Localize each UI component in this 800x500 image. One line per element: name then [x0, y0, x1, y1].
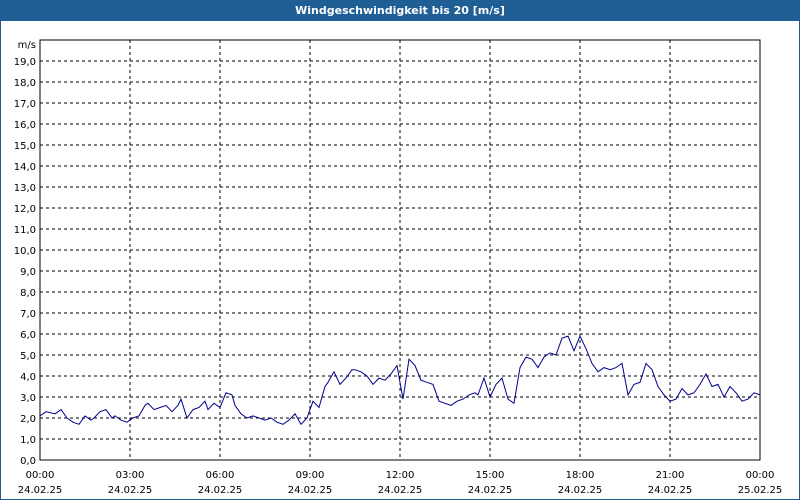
- x-tick-date-label: 24.02.25: [198, 485, 243, 496]
- x-tick-date-label: 24.02.25: [288, 485, 333, 496]
- y-tick-label: 5,0: [20, 351, 36, 362]
- y-tick-label: 18,0: [14, 78, 36, 89]
- y-tick-label: 7,0: [20, 309, 36, 320]
- x-tick-time-label: 12:00: [386, 470, 415, 481]
- y-tick-label: 15,0: [14, 141, 36, 152]
- x-tick-date-label: 24.02.25: [18, 485, 63, 496]
- x-tick-time-label: 15:00: [476, 470, 505, 481]
- y-tick-label: 14,0: [14, 162, 36, 173]
- y-tick-label: 1,0: [20, 435, 36, 446]
- x-axis: 00:00 24.02.25 03:00 24.02.25 06:00 24.02.25 0…: [18, 470, 783, 496]
- y-tick-label: 6,0: [20, 330, 36, 341]
- x-tick-time-label: 21:00: [656, 470, 685, 481]
- x-tick-time-label: 03:00: [116, 470, 145, 481]
- x-tick-date-label: 24.02.25: [378, 485, 423, 496]
- x-tick-time-label: 00:00: [26, 470, 55, 481]
- x-tick-date-label: 24.02.25: [108, 485, 153, 496]
- wind-speed-chart: 0,0 1,0 2,0 3,0 4,0 5,0 6,0 7,0 8,0 9,0 10,0 11,0 12…: [14, 39, 783, 496]
- x-tick-date-label: 24.02.25: [648, 485, 693, 496]
- y-tick-label: 2,0: [20, 414, 36, 425]
- y-tick-label: 10,0: [14, 246, 36, 257]
- x-tick-time-label: 06:00: [206, 470, 235, 481]
- y-axis: 0,0 1,0 2,0 3,0 4,0 5,0 6,0 7,0 8,0 9,0 10,0 11,0 12…: [14, 57, 36, 467]
- y-tick-label: 19,0: [14, 57, 36, 68]
- y-tick-label: 17,0: [14, 99, 36, 110]
- y-tick-label: 11,0: [14, 225, 36, 236]
- y-tick-label: 8,0: [20, 288, 36, 299]
- y-tick-label: 13,0: [14, 183, 36, 194]
- wind-speed-series-line: [39, 334, 761, 426]
- y-tick-label: 16,0: [14, 120, 36, 131]
- x-tick-time-label: 18:00: [566, 470, 595, 481]
- x-tick-date-label: 24.02.25: [468, 485, 513, 496]
- x-tick-date-label: 24.02.25: [558, 485, 603, 496]
- y-tick-label: 4,0: [20, 372, 36, 383]
- series-layer: [39, 334, 761, 426]
- x-tick-date-label: 25.02.25: [738, 485, 783, 496]
- y-tick-label: 3,0: [20, 393, 36, 404]
- y-tick-label: 12,0: [14, 204, 36, 215]
- y-tick-label: 0,0: [20, 456, 36, 467]
- y-tick-label: 9,0: [20, 267, 36, 278]
- y-axis-unit-label: m/s: [18, 40, 36, 51]
- grid-lines: [40, 40, 760, 460]
- x-tick-time-label: 09:00: [296, 470, 325, 481]
- x-tick-time-label: 00:00: [746, 470, 775, 481]
